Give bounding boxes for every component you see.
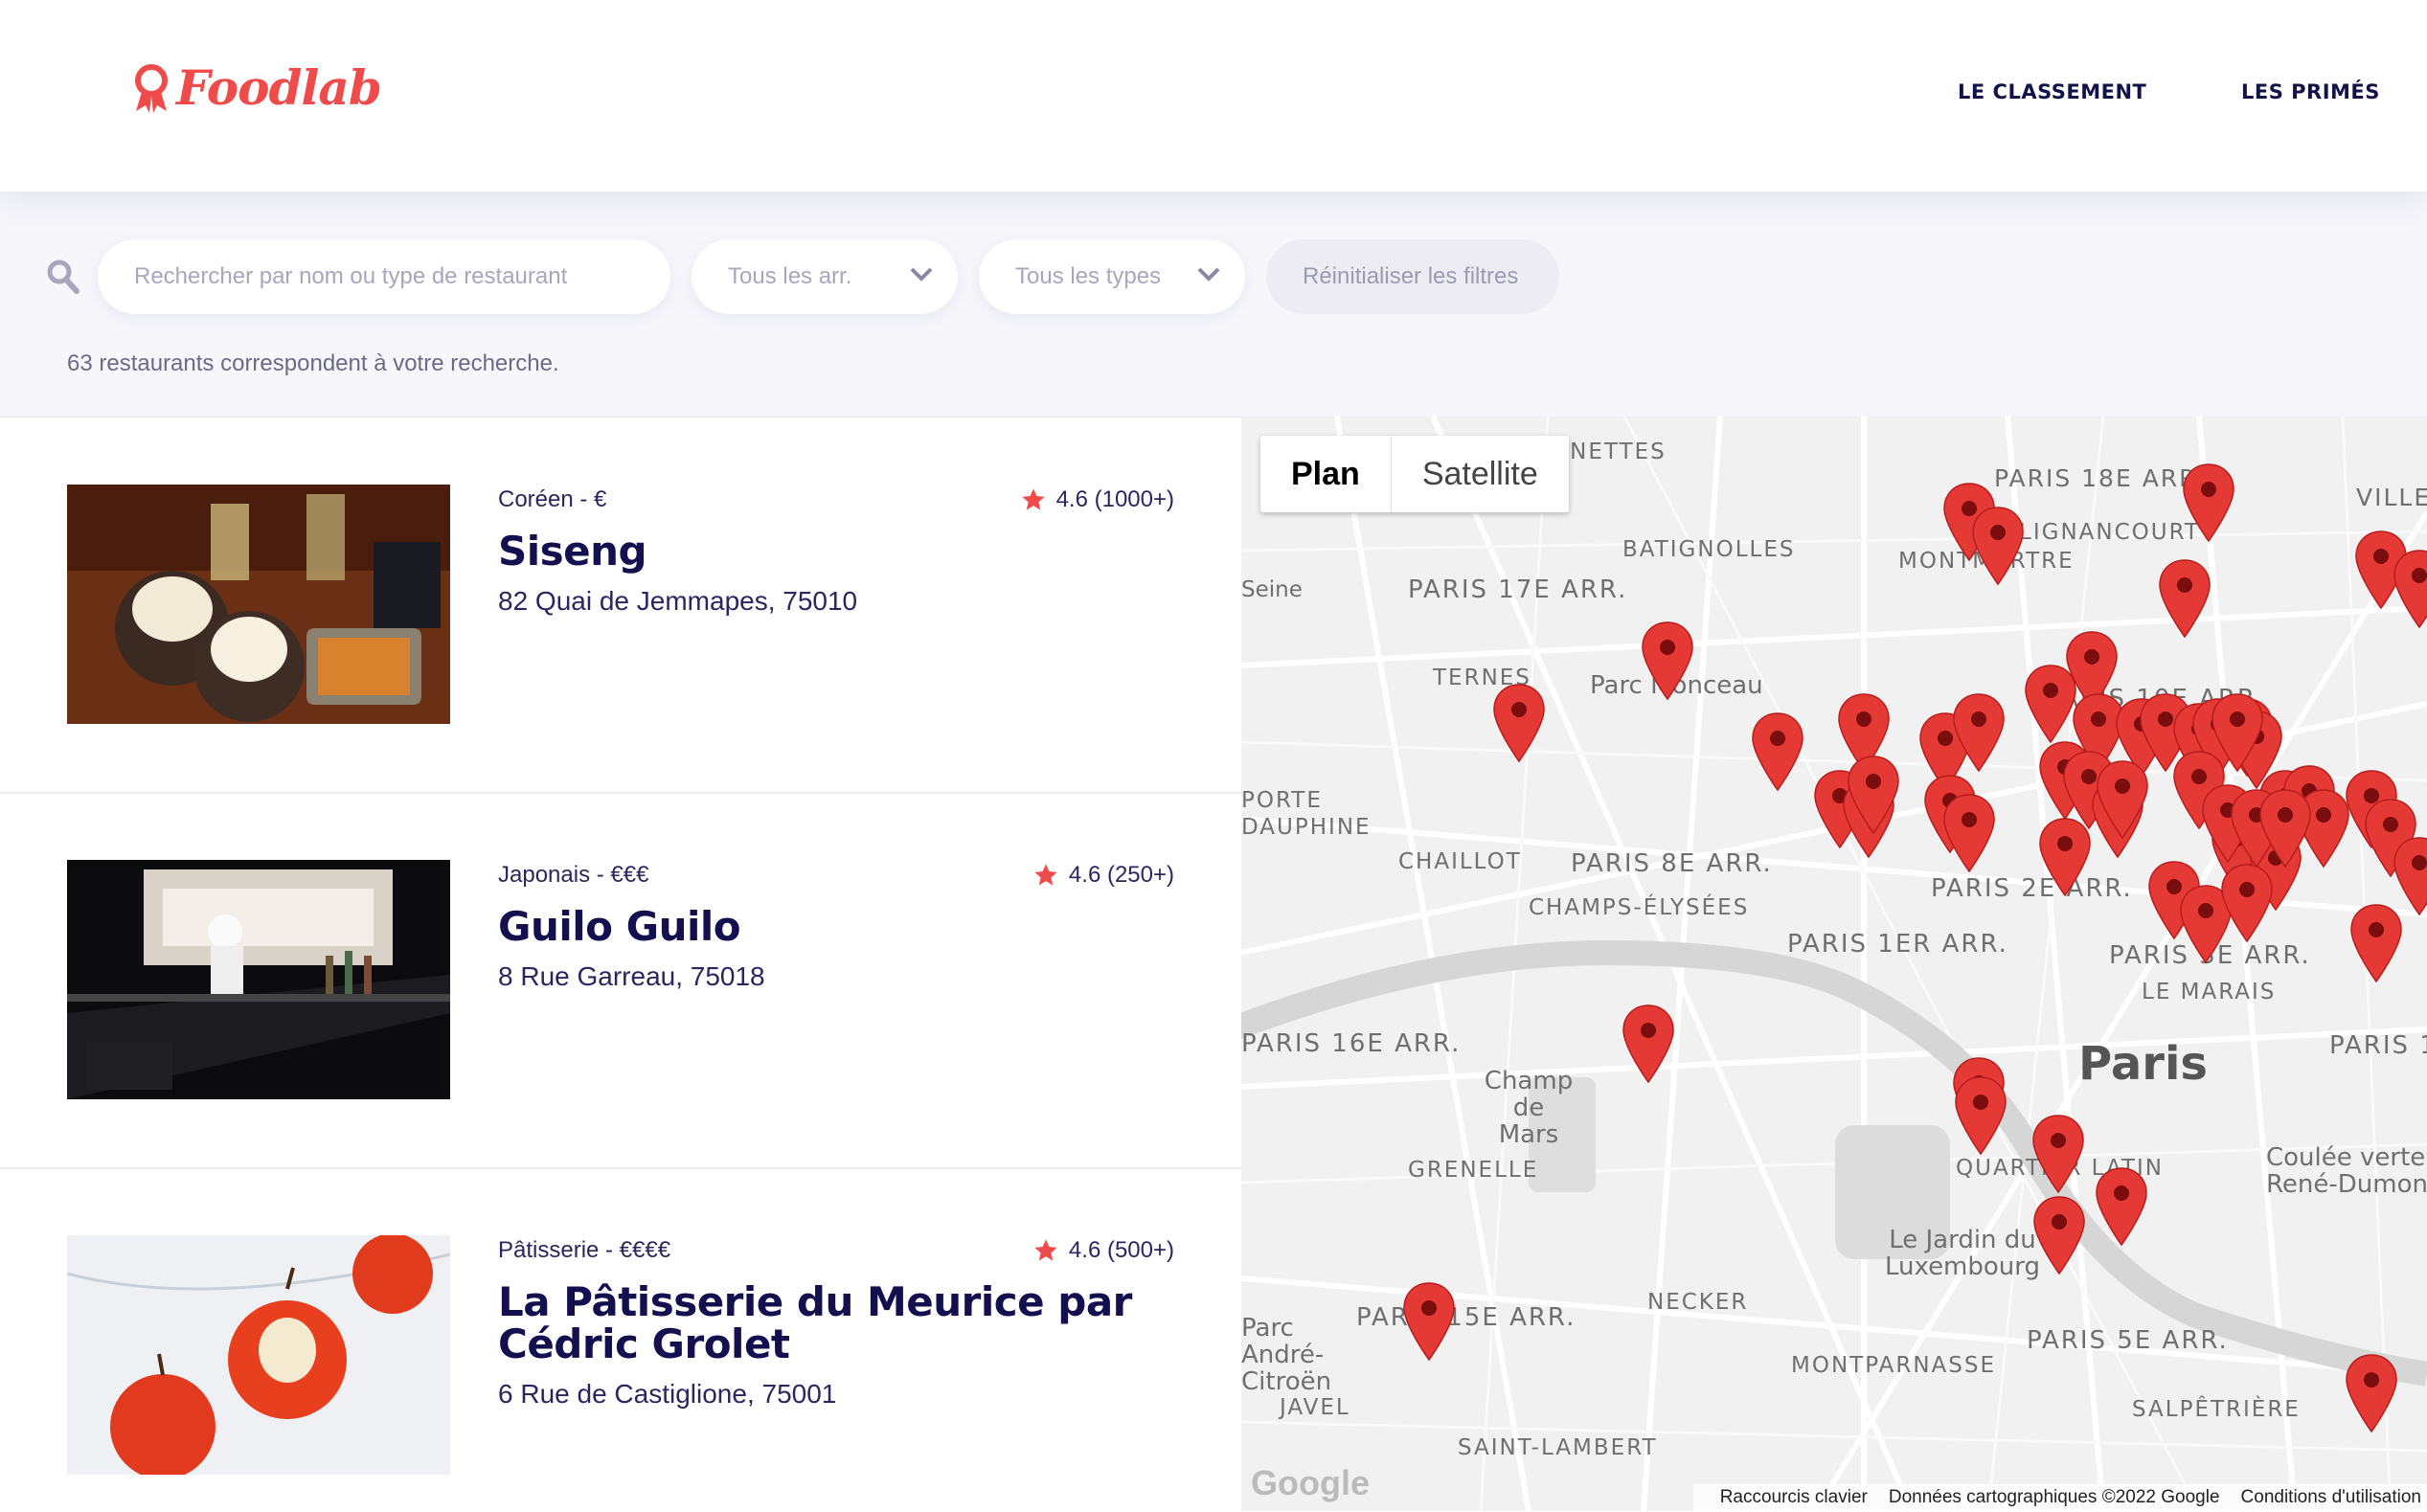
map-marker-pin-icon[interactable]: [2039, 818, 2091, 897]
restaurant-name[interactable]: Siseng: [498, 530, 1168, 573]
search-placeholder: Rechercher par nom ou type de restaurant: [134, 263, 568, 289]
map-marker-pin-icon[interactable]: [2346, 1354, 2397, 1433]
map-type-plan[interactable]: Plan: [1260, 436, 1392, 512]
nav-les-primes[interactable]: LES PRIMÉS: [2241, 80, 2380, 103]
map-marker-pin-icon[interactable]: [2032, 1115, 2084, 1194]
map-markers: [1403, 463, 2427, 1433]
map-marker-pin-icon[interactable]: [2350, 904, 2402, 983]
map-marker-pin-icon[interactable]: [1943, 794, 1995, 873]
restaurant-category: Coréen - €: [498, 486, 607, 512]
keyboard-shortcuts-link[interactable]: Raccourcis clavier: [1720, 1487, 1868, 1508]
chevron-down-icon: [1197, 267, 1220, 282]
restaurant-photo: [67, 485, 450, 724]
map-marker-pin-icon[interactable]: [2221, 864, 2273, 943]
types-value: Tous les types: [1015, 263, 1162, 289]
map-marker-pin-icon[interactable]: [1955, 1076, 2007, 1156]
reset-label: Réinitialiser les filtres: [1303, 263, 1519, 289]
logo-ribbon-icon: [135, 63, 168, 113]
restaurant-address: 8 Rue Garreau, 75018: [498, 961, 765, 991]
map-marker-pin-icon[interactable]: [1493, 684, 1545, 763]
star-icon: [1034, 864, 1057, 886]
map-marker-pin-icon[interactable]: [1752, 712, 1803, 792]
map-marker-pin-icon[interactable]: [2183, 463, 2234, 543]
map-marker-pin-icon[interactable]: [1622, 1004, 1674, 1084]
restaurant-address: 6 Rue de Castiglione, 75001: [498, 1379, 837, 1409]
restaurant-name[interactable]: Guilo Guilo: [498, 906, 1168, 948]
restaurant-photo: [67, 860, 450, 1099]
map-marker-pin-icon[interactable]: [2025, 665, 2076, 744]
restaurant-category: Japonais - €€€: [498, 862, 649, 888]
restaurant-card[interactable]: Pâtisserie - €€€€ 4.6 (500+) La Pâtisser…: [0, 1168, 1241, 1512]
map-marker-pin-icon[interactable]: [1972, 507, 2024, 586]
rating-value: 4.6 (250+): [1068, 862, 1174, 888]
map-marker-pin-icon[interactable]: [2033, 1196, 2085, 1275]
star-icon: [1034, 1239, 1057, 1261]
restaurant-rating: 4.6 (250+): [1032, 862, 1174, 889]
restaurant-category: Pâtisserie - €€€€: [498, 1237, 671, 1263]
restaurant-list: Coréen - € 4.6 (1000+) Siseng 82 Quai de…: [0, 417, 1241, 1512]
restaurant-rating: 4.6 (500+): [1032, 1237, 1174, 1264]
logo-text: Foodlab: [176, 59, 382, 116]
map-marker-pin-icon[interactable]: [2393, 550, 2427, 629]
restaurant-rating: 4.6 (1000+): [1020, 486, 1174, 513]
map-marker-pin-icon[interactable]: [2393, 837, 2427, 916]
types-select[interactable]: Tous les types: [979, 239, 1245, 314]
map-data-credit: Données cartographiques ©2022 Google: [1888, 1487, 2220, 1507]
rating-value: 4.6 (500+): [1068, 1237, 1174, 1263]
map[interactable]: Plan Satellite ÉPINETTES PARIS 18E ARR. …: [1241, 417, 2427, 1511]
site-header: Foodlab LE CLASSEMENT LES PRIMÉS: [0, 0, 2427, 192]
map-marker-pin-icon[interactable]: [1642, 621, 1693, 701]
star-icon: [1021, 488, 1045, 510]
restaurant-address: 82 Quai de Jemmapes, 75010: [498, 586, 858, 616]
google-logo: Google: [1251, 1463, 1370, 1502]
restaurant-name[interactable]: La Pâtisserie du Meurice par Cédric Grol…: [498, 1281, 1168, 1365]
chevron-down-icon: [910, 267, 933, 282]
map-footer: Raccourcis clavier Données cartographiqu…: [1692, 1484, 2427, 1511]
arrondissement-select[interactable]: Tous les arr.: [692, 239, 958, 314]
terms-link[interactable]: Conditions d'utilisation: [2241, 1487, 2421, 1508]
map-marker-pin-icon[interactable]: [1403, 1282, 1455, 1362]
search-input[interactable]: Rechercher par nom ou type de restaurant: [98, 239, 670, 314]
restaurant-photo: [67, 1235, 450, 1475]
restaurant-card[interactable]: Coréen - € 4.6 (1000+) Siseng 82 Quai de…: [0, 417, 1241, 794]
map-type-satellite[interactable]: Satellite: [1392, 436, 1569, 512]
arrondissement-value: Tous les arr.: [728, 263, 852, 289]
foodlab-logo[interactable]: Foodlab: [132, 59, 382, 116]
search-icon: [47, 260, 79, 294]
rating-value: 4.6 (1000+): [1055, 486, 1174, 512]
map-marker-pin-icon[interactable]: [2159, 559, 2211, 639]
map-type-control: Plan Satellite: [1260, 436, 1569, 512]
map-marker-pin-icon[interactable]: [2096, 1167, 2147, 1247]
results-count: 63 restaurants correspondent à votre rec…: [67, 350, 559, 376]
reset-filters-button[interactable]: Réinitialiser les filtres: [1266, 239, 1559, 314]
nav-le-classement[interactable]: LE CLASSEMENT: [1958, 80, 2146, 103]
restaurant-card[interactable]: Japonais - €€€ 4.6 (250+) Guilo Guilo 8 …: [0, 793, 1241, 1169]
